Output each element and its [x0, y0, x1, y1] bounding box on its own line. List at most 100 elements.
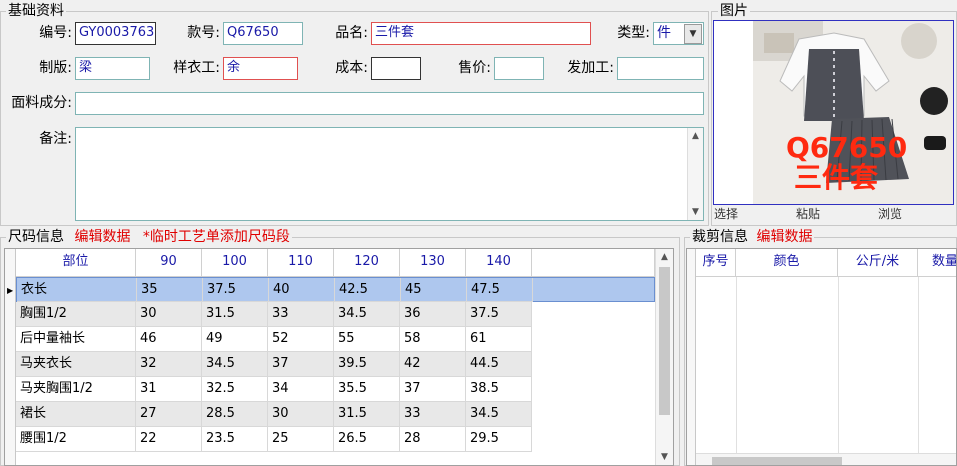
scroll-up-icon[interactable]: ▲ — [656, 249, 673, 265]
cut-edit-data-link[interactable]: 编辑数据 — [756, 229, 812, 245]
size-cell[interactable]: 34.5 — [466, 402, 532, 427]
product-name-field[interactable]: 三件套 — [371, 22, 591, 45]
size-col-header-90[interactable]: 90 — [136, 249, 202, 277]
photo-browse-button[interactable]: 浏览 — [878, 205, 902, 222]
code-field[interactable]: GY0003763 — [75, 22, 156, 45]
scroll-thumb[interactable] — [712, 457, 842, 465]
cut-col-header-qty[interactable]: 数量 — [918, 249, 956, 277]
sample-maker-field[interactable]: 余 — [223, 57, 298, 80]
cut-col-header-color[interactable]: 颜色 — [736, 249, 838, 277]
size-grid-scrollbar[interactable]: ▲ ▼ — [655, 249, 673, 465]
size-cell[interactable]: 32 — [136, 352, 202, 377]
size-cell[interactable]: 46 — [136, 327, 202, 352]
cut-grid-hscrollbar[interactable] — [696, 453, 956, 465]
size-cell[interactable]: 61 — [466, 327, 532, 352]
size-grid[interactable]: ▶ 部位 90 100 110 120 130 140 衣长 35 37.5 4… — [4, 248, 674, 466]
table-row[interactable]: 马夹衣长 32 34.5 37 39.5 42 44.5 — [16, 352, 532, 377]
table-row[interactable]: 马夹胸围1/2 31 32.5 34 35.5 37 38.5 — [16, 377, 532, 402]
size-cell[interactable]: 37.5 — [466, 302, 532, 327]
table-row[interactable]: 衣长 35 37.5 40 42.5 45 47.5 — [16, 277, 655, 302]
size-cell[interactable]: 49 — [202, 327, 268, 352]
process-label: 发加工: — [567, 60, 614, 76]
size-cell-part[interactable]: 裙长 — [16, 402, 136, 427]
style-no-field[interactable]: Q67650 — [223, 22, 303, 45]
product-name-label: 品名: — [335, 25, 368, 41]
size-cell[interactable]: 25 — [268, 427, 334, 452]
size-cell-part[interactable]: 马夹衣长 — [16, 352, 136, 377]
size-cell-part[interactable]: 胸围1/2 — [16, 302, 136, 327]
cut-info-title: 裁剪信息 — [692, 229, 748, 245]
process-field[interactable] — [617, 57, 704, 80]
size-cell[interactable]: 58 — [400, 327, 466, 352]
price-field[interactable] — [494, 57, 544, 80]
scroll-down-icon[interactable]: ▼ — [688, 204, 703, 220]
table-row[interactable]: 后中量袖长 46 49 52 55 58 61 — [16, 327, 532, 352]
size-cell[interactable]: 29.5 — [466, 427, 532, 452]
size-cell[interactable]: 42.5 — [335, 278, 401, 302]
size-cell[interactable]: 26.5 — [334, 427, 400, 452]
size-cell[interactable]: 30 — [136, 302, 202, 327]
size-cell[interactable]: 31.5 — [202, 302, 268, 327]
size-cell[interactable]: 31.5 — [334, 402, 400, 427]
cut-col-line — [736, 277, 737, 465]
size-cell[interactable]: 34 — [268, 377, 334, 402]
scroll-down-icon[interactable]: ▼ — [656, 449, 673, 465]
size-cell[interactable]: 35 — [137, 278, 203, 302]
size-cell[interactable]: 28.5 — [202, 402, 268, 427]
size-col-header-120[interactable]: 120 — [334, 249, 400, 277]
size-edit-data-link[interactable]: 编辑数据 — [74, 229, 130, 245]
chevron-down-icon[interactable]: ▼ — [684, 24, 702, 44]
size-cell[interactable]: 38.5 — [466, 377, 532, 402]
size-cell[interactable]: 47.5 — [467, 278, 533, 302]
cost-field[interactable] — [371, 57, 421, 80]
size-cell[interactable]: 30 — [268, 402, 334, 427]
size-cell[interactable]: 52 — [268, 327, 334, 352]
size-cell[interactable]: 34.5 — [202, 352, 268, 377]
type-select[interactable]: 件 ▼ — [653, 22, 704, 45]
scroll-thumb[interactable] — [659, 267, 670, 415]
scroll-up-icon[interactable]: ▲ — [688, 128, 703, 144]
size-col-header-part[interactable]: 部位 — [16, 249, 136, 277]
size-cell[interactable]: 23.5 — [202, 427, 268, 452]
size-cell[interactable]: 39.5 — [334, 352, 400, 377]
remark-field[interactable] — [75, 127, 704, 221]
size-cell[interactable]: 34.5 — [334, 302, 400, 327]
size-cell[interactable]: 33 — [268, 302, 334, 327]
size-cell[interactable]: 44.5 — [466, 352, 532, 377]
size-cell[interactable]: 55 — [334, 327, 400, 352]
size-cell-part[interactable]: 后中量袖长 — [16, 327, 136, 352]
table-row[interactable]: 裙长 27 28.5 30 31.5 33 34.5 — [16, 402, 532, 427]
size-cell[interactable]: 45 — [401, 278, 467, 302]
remark-scrollbar[interactable]: ▲ ▼ — [687, 128, 703, 220]
size-cell[interactable]: 40 — [269, 278, 335, 302]
size-cell-part[interactable]: 衣长 — [17, 278, 137, 302]
photo-paste-button[interactable]: 粘贴 — [796, 205, 820, 222]
size-col-header-110[interactable]: 110 — [268, 249, 334, 277]
photo-select-button[interactable]: 选择 — [714, 205, 738, 222]
size-cell[interactable]: 33 — [400, 402, 466, 427]
size-cell[interactable]: 27 — [136, 402, 202, 427]
size-cell[interactable]: 37 — [400, 377, 466, 402]
size-cell[interactable]: 36 — [400, 302, 466, 327]
cut-grid[interactable]: 序号 颜色 公斤/米 数量 — [686, 248, 957, 466]
fabric-field[interactable] — [75, 92, 704, 115]
size-cell[interactable]: 28 — [400, 427, 466, 452]
cut-col-header-kg-m[interactable]: 公斤/米 — [838, 249, 918, 277]
size-cell[interactable]: 22 — [136, 427, 202, 452]
style-no-label: 款号: — [187, 25, 220, 41]
size-cell-part[interactable]: 腰围1/2 — [16, 427, 136, 452]
size-cell[interactable]: 32.5 — [202, 377, 268, 402]
size-cell[interactable]: 31 — [136, 377, 202, 402]
size-cell[interactable]: 42 — [400, 352, 466, 377]
size-cell[interactable]: 37 — [268, 352, 334, 377]
size-cell[interactable]: 35.5 — [334, 377, 400, 402]
table-row[interactable]: 胸围1/2 30 31.5 33 34.5 36 37.5 — [16, 302, 532, 327]
pattern-field[interactable]: 梁 — [75, 57, 150, 80]
size-cell-part[interactable]: 马夹胸围1/2 — [16, 377, 136, 402]
cut-col-header-seq[interactable]: 序号 — [696, 249, 736, 277]
table-row[interactable]: 腰围1/2 22 23.5 25 26.5 28 29.5 — [16, 427, 532, 452]
size-col-header-140[interactable]: 140 — [466, 249, 532, 277]
size-cell[interactable]: 37.5 — [203, 278, 269, 302]
size-col-header-100[interactable]: 100 — [202, 249, 268, 277]
size-col-header-130[interactable]: 130 — [400, 249, 466, 277]
